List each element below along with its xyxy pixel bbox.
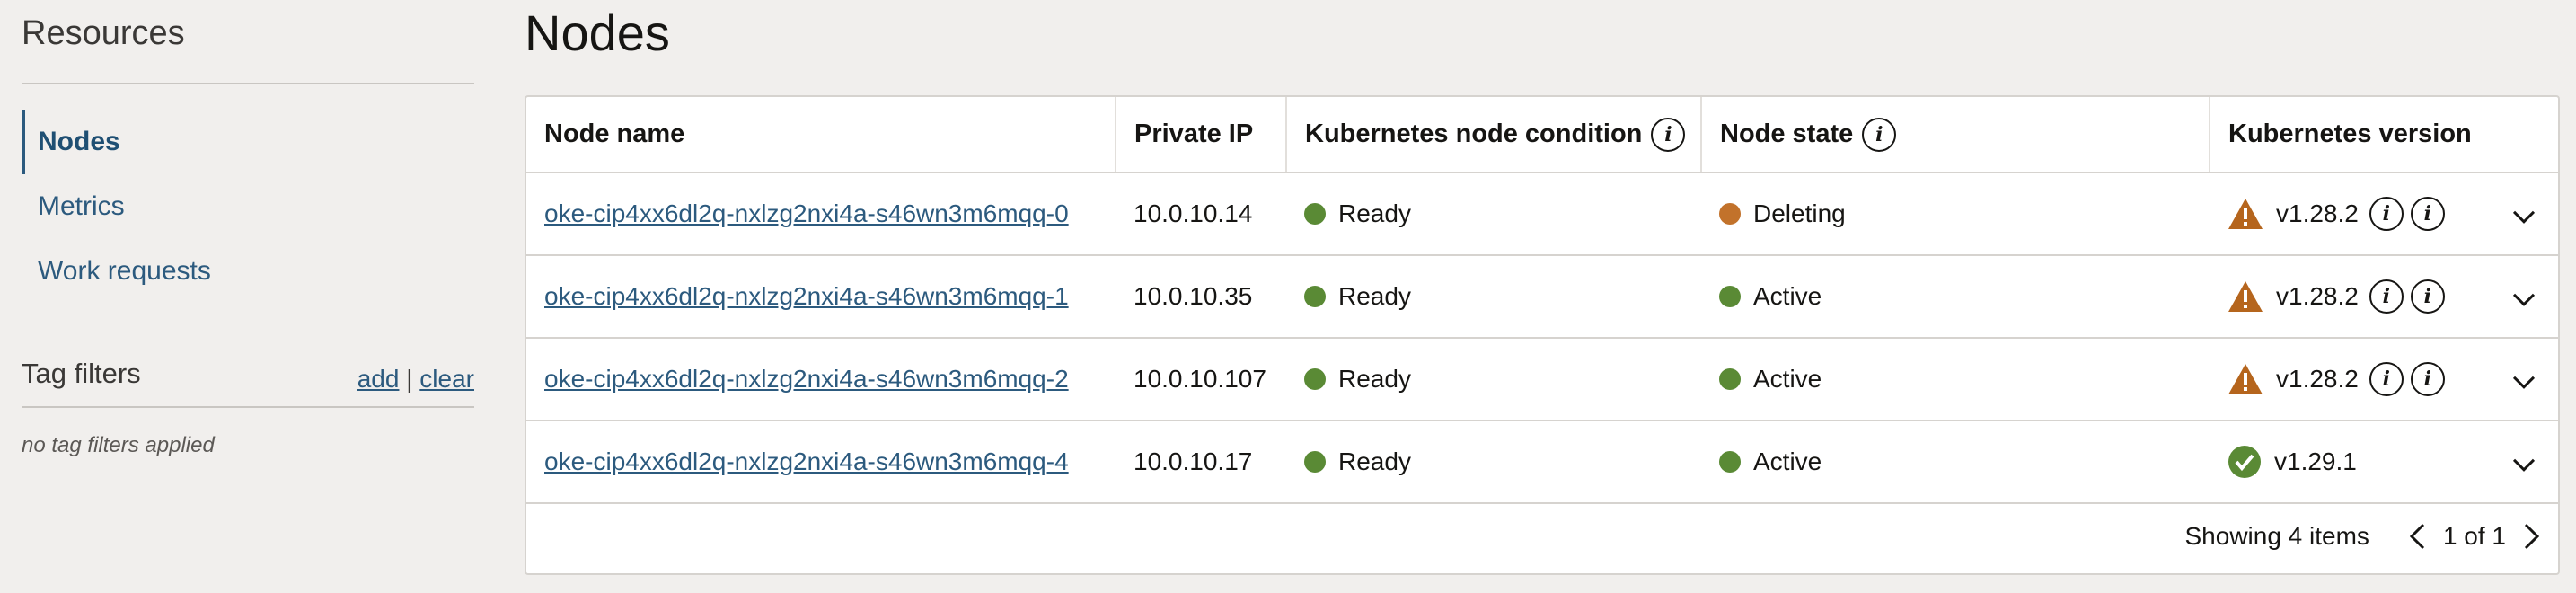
chevron-down-icon[interactable] [2511, 369, 2536, 394]
node-state-cell: Deleting [1701, 173, 2210, 256]
kubernetes-version-cell: v1.28.2 i i [2210, 173, 2558, 256]
info-circle-icon[interactable]: i [1862, 117, 1897, 152]
column-header-label: Node state [1720, 119, 1854, 148]
items-count: Showing 4 items [2184, 522, 2369, 550]
sidebar-item-nodes[interactable]: Nodes [22, 110, 474, 174]
condition-status-dot [1304, 368, 1326, 390]
column-header-label: Node name [544, 119, 685, 148]
condition-status-dot [1304, 451, 1326, 473]
previous-page-button[interactable] [2404, 521, 2430, 552]
tag-filters-title: Tag filters [22, 358, 141, 389]
node-name-cell: oke-cip4xx6dl2q-nxlzg2nxi4a-s46wn3m6mqq-… [526, 338, 1116, 421]
state-status-dot [1719, 451, 1741, 473]
node-state-cell: Active [1701, 420, 2210, 504]
table-row: oke-cip4xx6dl2q-nxlzg2nxi4a-s46wn3m6mqq-… [526, 255, 2558, 339]
version-label: v1.28.2 [2276, 365, 2359, 393]
sidebar-item-metrics[interactable]: Metrics [22, 174, 474, 239]
condition-label: Ready [1338, 447, 1411, 475]
resources-divider [22, 83, 474, 84]
node-name-cell: oke-cip4xx6dl2q-nxlzg2nxi4a-s46wn3m6mqq-… [526, 255, 1116, 339]
tag-filters-divider [22, 406, 474, 408]
node-condition-cell: Ready [1286, 338, 1701, 421]
chevron-down-icon[interactable] [2511, 204, 2536, 229]
column-header-label: Kubernetes version [2228, 119, 2472, 148]
chevron-down-icon[interactable] [2511, 287, 2536, 312]
kubernetes-version-cell: v1.28.2 i i [2210, 255, 2558, 339]
version-label: v1.29.1 [2274, 447, 2357, 475]
column-header-node-state[interactable]: Node state i [1701, 97, 2210, 173]
state-label: Active [1753, 365, 1822, 393]
table-footer: Showing 4 items 1 of 1 [526, 500, 2558, 573]
column-header-private-ip[interactable]: Private IP [1116, 97, 1287, 173]
table-row: oke-cip4xx6dl2q-nxlzg2nxi4a-s46wn3m6mqq-… [526, 420, 2558, 504]
nodes-table: Node name Private IP Kubernetes node con… [526, 97, 2558, 504]
private-ip-cell: 10.0.10.107 [1116, 338, 1286, 421]
table-row: oke-cip4xx6dl2q-nxlzg2nxi4a-s46wn3m6mqq-… [526, 338, 2558, 421]
clear-tag-filters-link[interactable]: clear [419, 365, 474, 393]
state-label: Deleting [1753, 199, 1846, 227]
state-status-dot [1719, 368, 1741, 390]
column-header-label: Kubernetes node condition [1305, 119, 1643, 148]
info-circle-icon[interactable]: i [1651, 117, 1686, 152]
page-indicator: 1 of 1 [2442, 522, 2506, 550]
info-circle-icon[interactable]: i [2410, 197, 2445, 231]
state-status-dot [1719, 286, 1741, 307]
column-header-label: Private IP [1134, 119, 1254, 148]
nodes-table-card: Node name Private IP Kubernetes node con… [525, 95, 2560, 575]
node-state-cell: Active [1701, 255, 2210, 339]
node-condition-cell: Ready [1286, 420, 1701, 504]
info-circle-icon[interactable]: i [2369, 279, 2404, 314]
private-ip-cell: 10.0.10.35 [1116, 255, 1286, 339]
chevron-right-icon [2524, 523, 2540, 550]
private-ip-cell: 10.0.10.17 [1116, 420, 1286, 504]
kubernetes-version-cell: v1.28.2 i i [2210, 338, 2558, 421]
node-name-cell: oke-cip4xx6dl2q-nxlzg2nxi4a-s46wn3m6mqq-… [526, 420, 1116, 504]
warning-triangle-icon [2228, 364, 2263, 394]
add-tag-filter-link[interactable]: add [357, 365, 400, 393]
condition-status-dot [1304, 203, 1326, 225]
node-name-link[interactable]: oke-cip4xx6dl2q-nxlzg2nxi4a-s46wn3m6mqq-… [544, 282, 1069, 310]
node-state-cell: Active [1701, 338, 2210, 421]
info-circle-icon[interactable]: i [2410, 279, 2445, 314]
warning-triangle-icon [2228, 199, 2263, 229]
info-circle-icon[interactable]: i [2410, 362, 2445, 396]
node-condition-cell: Ready [1286, 173, 1701, 256]
kubernetes-version-cell: v1.29.1 [2210, 420, 2558, 504]
tag-filter-actions: add | clear [357, 365, 474, 394]
column-header-node-name[interactable]: Node name [526, 97, 1116, 173]
info-circle-icon[interactable]: i [2369, 362, 2404, 396]
condition-status-dot [1304, 286, 1326, 307]
condition-label: Ready [1338, 365, 1411, 393]
next-page-button[interactable] [2519, 521, 2545, 552]
table-header-row: Node name Private IP Kubernetes node con… [526, 97, 2558, 173]
version-label: v1.28.2 [2276, 282, 2359, 310]
node-name-link[interactable]: oke-cip4xx6dl2q-nxlzg2nxi4a-s46wn3m6mqq-… [544, 365, 1069, 393]
table-row: oke-cip4xx6dl2q-nxlzg2nxi4a-s46wn3m6mqq-… [526, 173, 2558, 256]
tag-actions-separator: | [406, 365, 413, 393]
state-status-dot [1719, 203, 1741, 225]
node-name-cell: oke-cip4xx6dl2q-nxlzg2nxi4a-s46wn3m6mqq-… [526, 173, 1116, 256]
chevron-left-icon [2409, 523, 2424, 550]
private-ip-cell: 10.0.10.14 [1116, 173, 1286, 256]
warning-triangle-icon [2228, 281, 2263, 312]
condition-label: Ready [1338, 282, 1411, 310]
condition-label: Ready [1338, 199, 1411, 227]
resources-title: Resources [22, 14, 185, 52]
tag-filters-empty-text: no tag filters applied [22, 433, 215, 457]
column-header-node-condition[interactable]: Kubernetes node condition i [1286, 97, 1702, 173]
sidebar-item-work-requests[interactable]: Work requests [22, 239, 474, 304]
check-circle-icon [2228, 446, 2261, 478]
state-label: Active [1753, 282, 1822, 310]
node-name-link[interactable]: oke-cip4xx6dl2q-nxlzg2nxi4a-s46wn3m6mqq-… [544, 447, 1069, 475]
node-condition-cell: Ready [1286, 255, 1701, 339]
node-name-link[interactable]: oke-cip4xx6dl2q-nxlzg2nxi4a-s46wn3m6mqq-… [544, 199, 1069, 227]
info-circle-icon[interactable]: i [2369, 197, 2404, 231]
state-label: Active [1753, 447, 1822, 475]
chevron-down-icon[interactable] [2511, 452, 2536, 477]
page-title: Nodes [525, 4, 670, 61]
column-header-kubernetes-version[interactable]: Kubernetes version [2210, 97, 2558, 173]
version-label: v1.28.2 [2276, 199, 2359, 227]
resources-nav: Nodes Metrics Work requests [22, 110, 474, 304]
